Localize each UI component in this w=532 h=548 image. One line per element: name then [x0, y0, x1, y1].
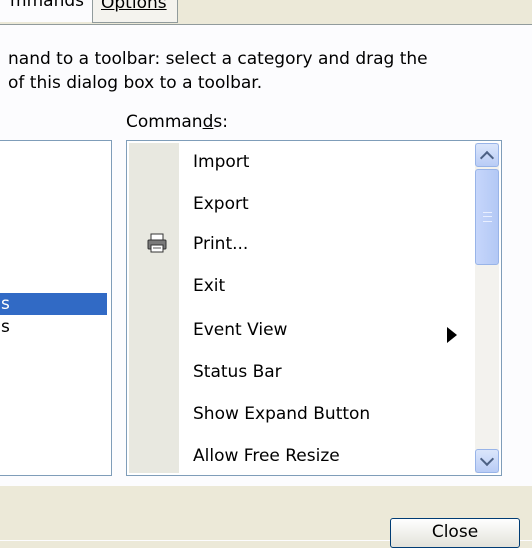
commands-label-part: s: [213, 112, 228, 132]
command-item-import[interactable]: Import [193, 147, 249, 177]
scroll-up-arrow-icon[interactable] [475, 143, 499, 167]
scrollbar-thumb[interactable] [475, 169, 499, 265]
command-item-show-expand-button[interactable]: Show Expand Button [193, 399, 370, 429]
tab-commands-label: mmands [10, 0, 84, 11]
category-item[interactable]: s [1, 317, 10, 337]
category-item-label: s [1, 294, 10, 314]
close-button-label: Close [431, 522, 479, 542]
tab-commands[interactable]: mmands [0, 0, 93, 22]
command-label: Show Expand Button [193, 404, 371, 424]
instructions-line-1: nand to a toolbar: select a category and… [8, 49, 428, 69]
tab-options[interactable]: Options [92, 0, 178, 23]
command-label: Import [193, 152, 250, 172]
submenu-arrow-icon [447, 327, 457, 343]
commands-label-part: Comman [126, 112, 203, 132]
command-item-event-view[interactable]: Event View [193, 315, 287, 345]
tab-strip: mmands Options [0, 0, 532, 24]
command-label: Allow Free Resize [193, 446, 340, 466]
instructions-line-2: of this dialog box to a toolbar. [8, 73, 263, 93]
command-label: Print... [193, 234, 249, 254]
category-item-selected[interactable]: s [0, 293, 107, 315]
close-button[interactable]: Close [390, 518, 520, 548]
printer-icon [147, 233, 167, 253]
commands-scrollbar[interactable] [475, 143, 499, 473]
command-item-print[interactable]: Print... [193, 229, 248, 259]
commands-label: Commands: [126, 112, 228, 132]
grip-icon [483, 212, 492, 222]
scroll-down-arrow-icon[interactable] [475, 449, 499, 473]
command-label: Exit [193, 276, 226, 296]
command-label: Event View [193, 320, 288, 340]
command-label: Status Bar [193, 362, 282, 382]
command-item-export[interactable]: Export [193, 189, 249, 219]
tab-options-label: Options [101, 0, 167, 13]
command-item-exit[interactable]: Exit [193, 271, 225, 301]
categories-list[interactable]: s s [0, 140, 112, 476]
commands-label-accelerator: d [202, 112, 214, 132]
instructions-text: nand to a toolbar: select a category and… [8, 47, 508, 95]
commands-list[interactable]: Import Export Print... Exit Event View S… [126, 140, 502, 476]
category-item-label: s [1, 317, 10, 337]
icon-gutter [129, 143, 179, 473]
command-label: Export [193, 194, 249, 214]
command-item-allow-free-resize[interactable]: Allow Free Resize [193, 441, 340, 471]
command-item-status-bar[interactable]: Status Bar [193, 357, 282, 387]
